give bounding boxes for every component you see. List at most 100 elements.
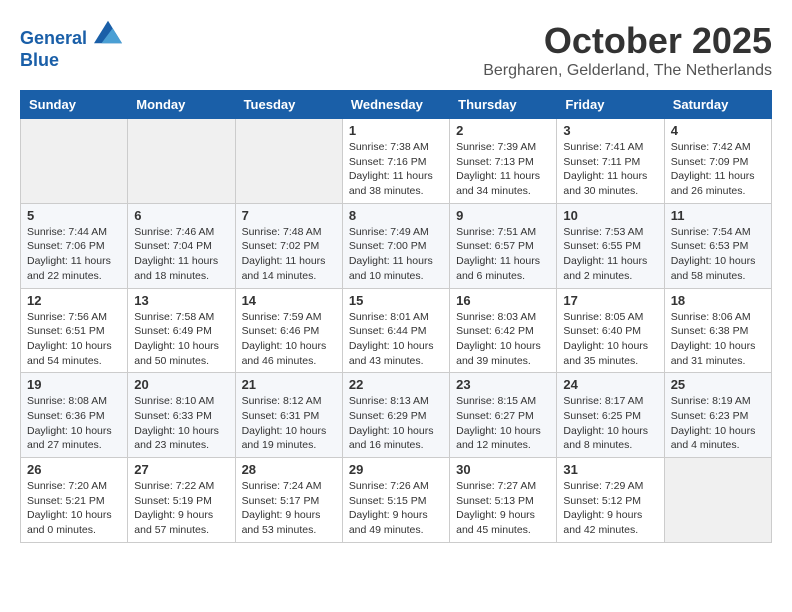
day-info: Sunrise: 7:22 AMSunset: 5:19 PMDaylight:… xyxy=(134,479,228,538)
week-row-0: 1 Sunrise: 7:38 AMSunset: 7:16 PMDaylight… xyxy=(21,119,772,204)
day-info: Sunrise: 7:24 AMSunset: 5:17 PMDaylight:… xyxy=(242,479,336,538)
logo-icon xyxy=(94,20,122,44)
day-number: 22 xyxy=(349,377,443,392)
day-cell-11: 11 Sunrise: 7:54 AMSunset: 6:53 PMDayligh… xyxy=(664,203,771,288)
day-info: Sunrise: 7:54 AMSunset: 6:53 PMDaylight:… xyxy=(671,225,765,284)
day-info: Sunrise: 7:56 AMSunset: 6:51 PMDaylight:… xyxy=(27,310,121,369)
day-number: 5 xyxy=(27,208,121,223)
day-cell-24: 24Sunrise: 8:17 AMSunset: 6:25 PMDayligh… xyxy=(557,373,664,458)
day-info: Sunrise: 7:42 AMSunset: 7:09 PMDaylight:… xyxy=(671,140,765,199)
day-cell-29: 29 Sunrise: 7:26 AMSunset: 5:15 PMDayligh… xyxy=(342,458,449,543)
day-cell-23: 23 Sunrise: 8:15 AMSunset: 6:27 PMDayligh… xyxy=(450,373,557,458)
logo-general: General xyxy=(20,28,87,48)
day-cell-21: 21 Sunrise: 8:12 AMSunset: 6:31 PMDayligh… xyxy=(235,373,342,458)
day-info: Sunrise: 7:41 AMSunset: 7:11 PMDaylight:… xyxy=(563,140,657,199)
day-info: Sunrise: 7:29 AMSunset: 5:12 PMDaylight:… xyxy=(563,479,657,538)
day-number: 26 xyxy=(27,462,121,477)
day-info: Sunrise: 7:20 AMSunset: 5:21 PMDaylight:… xyxy=(27,479,121,538)
day-info: Sunrise: 8:05 AMSunset: 6:40 PMDaylight:… xyxy=(563,310,657,369)
day-number: 29 xyxy=(349,462,443,477)
day-number: 10 xyxy=(563,208,657,223)
day-cell-9: 9Sunrise: 7:51 AMSunset: 6:57 PMDaylight… xyxy=(450,203,557,288)
day-cell-12: 12 Sunrise: 7:56 AMSunset: 6:51 PMDayligh… xyxy=(21,288,128,373)
day-number: 4 xyxy=(671,123,765,138)
day-number: 7 xyxy=(242,208,336,223)
day-number: 8 xyxy=(349,208,443,223)
day-info: Sunrise: 7:26 AMSunset: 5:15 PMDaylight:… xyxy=(349,479,443,538)
day-number: 24 xyxy=(563,377,657,392)
day-info: Sunrise: 8:19 AMSunset: 6:23 PMDaylight:… xyxy=(671,394,765,453)
logo-text: General xyxy=(20,20,122,50)
day-number: 12 xyxy=(27,293,121,308)
week-row-3: 19Sunrise: 8:08 AMSunset: 6:36 PMDayligh… xyxy=(21,373,772,458)
weekday-header-tuesday: Tuesday xyxy=(235,91,342,119)
weekday-header-friday: Friday xyxy=(557,91,664,119)
logo-blue: Blue xyxy=(20,50,122,72)
day-info: Sunrise: 8:13 AMSunset: 6:29 PMDaylight:… xyxy=(349,394,443,453)
day-number: 30 xyxy=(456,462,550,477)
calendar: SundayMondayTuesdayWednesdayThursdayFrid… xyxy=(20,90,772,543)
weekday-header-thursday: Thursday xyxy=(450,91,557,119)
day-cell-7: 7Sunrise: 7:48 AMSunset: 7:02 PMDaylight… xyxy=(235,203,342,288)
day-number: 9 xyxy=(456,208,550,223)
day-cell-1: 1 Sunrise: 7:38 AMSunset: 7:16 PMDaylight… xyxy=(342,119,449,204)
day-cell-8: 8Sunrise: 7:49 AMSunset: 7:00 PMDaylight… xyxy=(342,203,449,288)
day-info: Sunrise: 8:15 AMSunset: 6:27 PMDaylight:… xyxy=(456,394,550,453)
day-number: 23 xyxy=(456,377,550,392)
week-row-1: 5 Sunrise: 7:44 AMSunset: 7:06 PMDaylight… xyxy=(21,203,772,288)
day-info: Sunrise: 7:44 AMSunset: 7:06 PMDaylight:… xyxy=(27,225,121,284)
day-number: 14 xyxy=(242,293,336,308)
empty-cell xyxy=(21,119,128,204)
day-cell-31: 31 Sunrise: 7:29 AMSunset: 5:12 PMDayligh… xyxy=(557,458,664,543)
day-info: Sunrise: 7:38 AMSunset: 7:16 PMDaylight:… xyxy=(349,140,443,199)
empty-cell xyxy=(664,458,771,543)
day-info: Sunrise: 7:46 AMSunset: 7:04 PMDaylight:… xyxy=(134,225,228,284)
day-number: 21 xyxy=(242,377,336,392)
day-number: 16 xyxy=(456,293,550,308)
day-number: 25 xyxy=(671,377,765,392)
day-cell-27: 27 Sunrise: 7:22 AMSunset: 5:19 PMDayligh… xyxy=(128,458,235,543)
day-number: 1 xyxy=(349,123,443,138)
weekday-header-saturday: Saturday xyxy=(664,91,771,119)
day-cell-25: 25 Sunrise: 8:19 AMSunset: 6:23 PMDayligh… xyxy=(664,373,771,458)
empty-cell xyxy=(235,119,342,204)
day-cell-3: 3 Sunrise: 7:41 AMSunset: 7:11 PMDaylight… xyxy=(557,119,664,204)
day-cell-19: 19Sunrise: 8:08 AMSunset: 6:36 PMDayligh… xyxy=(21,373,128,458)
month-title: October 2025 xyxy=(483,20,772,62)
day-cell-4: 4 Sunrise: 7:42 AMSunset: 7:09 PMDaylight… xyxy=(664,119,771,204)
weekday-header-row: SundayMondayTuesdayWednesdayThursdayFrid… xyxy=(21,91,772,119)
weekday-header-sunday: Sunday xyxy=(21,91,128,119)
day-info: Sunrise: 7:53 AMSunset: 6:55 PMDaylight:… xyxy=(563,225,657,284)
day-number: 15 xyxy=(349,293,443,308)
day-info: Sunrise: 8:12 AMSunset: 6:31 PMDaylight:… xyxy=(242,394,336,453)
day-number: 19 xyxy=(27,377,121,392)
day-number: 18 xyxy=(671,293,765,308)
day-number: 3 xyxy=(563,123,657,138)
day-cell-17: 17 Sunrise: 8:05 AMSunset: 6:40 PMDayligh… xyxy=(557,288,664,373)
week-row-4: 26 Sunrise: 7:20 AMSunset: 5:21 PMDayligh… xyxy=(21,458,772,543)
day-cell-20: 20Sunrise: 8:10 AMSunset: 6:33 PMDayligh… xyxy=(128,373,235,458)
day-number: 17 xyxy=(563,293,657,308)
day-number: 20 xyxy=(134,377,228,392)
day-info: Sunrise: 7:59 AMSunset: 6:46 PMDaylight:… xyxy=(242,310,336,369)
day-cell-16: 16Sunrise: 8:03 AMSunset: 6:42 PMDayligh… xyxy=(450,288,557,373)
day-cell-28: 28 Sunrise: 7:24 AMSunset: 5:17 PMDayligh… xyxy=(235,458,342,543)
day-cell-26: 26 Sunrise: 7:20 AMSunset: 5:21 PMDayligh… xyxy=(21,458,128,543)
day-number: 27 xyxy=(134,462,228,477)
day-info: Sunrise: 8:06 AMSunset: 6:38 PMDaylight:… xyxy=(671,310,765,369)
day-number: 2 xyxy=(456,123,550,138)
day-cell-10: 10 Sunrise: 7:53 AMSunset: 6:55 PMDayligh… xyxy=(557,203,664,288)
weekday-header-wednesday: Wednesday xyxy=(342,91,449,119)
logo: General Blue xyxy=(20,20,122,71)
day-info: Sunrise: 8:01 AMSunset: 6:44 PMDaylight:… xyxy=(349,310,443,369)
day-number: 28 xyxy=(242,462,336,477)
day-number: 11 xyxy=(671,208,765,223)
title-area: October 2025 Bergharen, Gelderland, The … xyxy=(483,20,772,80)
day-cell-30: 30 Sunrise: 7:27 AMSunset: 5:13 PMDayligh… xyxy=(450,458,557,543)
weekday-header-monday: Monday xyxy=(128,91,235,119)
location-title: Bergharen, Gelderland, The Netherlands xyxy=(483,62,772,80)
day-number: 31 xyxy=(563,462,657,477)
day-info: Sunrise: 7:27 AMSunset: 5:13 PMDaylight:… xyxy=(456,479,550,538)
day-cell-5: 5 Sunrise: 7:44 AMSunset: 7:06 PMDaylight… xyxy=(21,203,128,288)
header: General Blue October 2025 Bergharen, Gel… xyxy=(20,20,772,80)
